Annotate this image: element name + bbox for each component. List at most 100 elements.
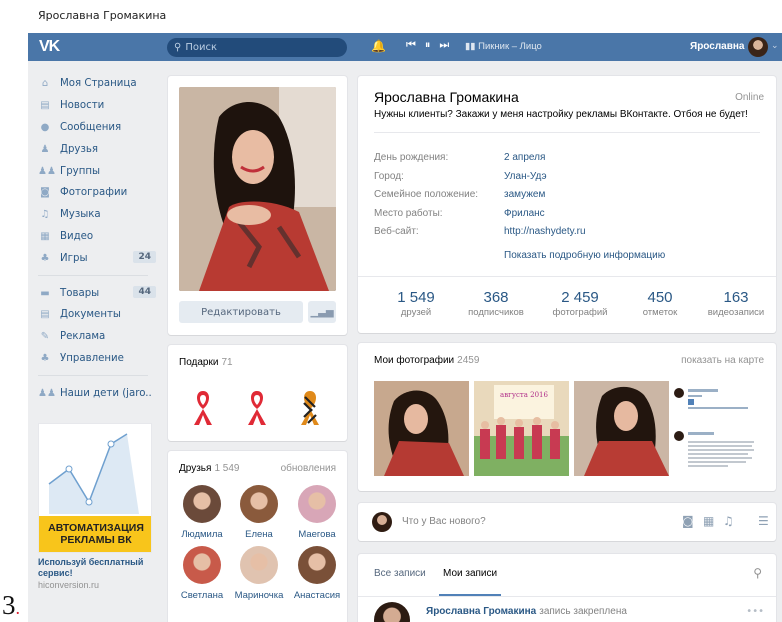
post-author-avatar[interactable] [374, 602, 410, 622]
friend-name[interactable]: Маегова [288, 529, 346, 540]
left-nav: ⌂ Моя Страница ▤ Новости ● Сообщения ♟ Друзья ♟♟… [28, 73, 158, 404]
counter-value: 163 [723, 289, 749, 306]
document-header: Ярославна Громакина [38, 9, 167, 22]
friend-avatar[interactable] [298, 485, 336, 523]
top-avatar[interactable] [748, 37, 768, 57]
counter-label: отметок [642, 307, 678, 318]
profile-counter[interactable]: 450 отметок [620, 289, 700, 318]
current-track[interactable]: ▮▮ Пикник – Лицо [465, 41, 542, 52]
prev-track-icon[interactable]: ⏮ [406, 38, 416, 52]
sidebar-item-news[interactable]: ▤ Новости [28, 95, 158, 117]
ad-image[interactable]: АВТОМАТИЗАЦИЯ РЕКЛАМЫ ВК [38, 423, 152, 553]
profile-status[interactable]: Нужны клиенты? Закажи у меня настройку р… [374, 109, 748, 120]
svg-text:августа 2016: августа 2016 [500, 391, 548, 399]
gifts-title[interactable]: Подарки 71 [179, 357, 233, 368]
track-title: Пикник – Лицо [478, 41, 542, 52]
red-ribbon-gift-icon[interactable] [189, 387, 217, 427]
sidebar-item-ads[interactable]: ✎ Реклама [28, 326, 158, 348]
friend-name[interactable]: Анастасия [288, 590, 346, 601]
bell-icon[interactable]: 🔔 [371, 39, 386, 53]
tab-my-posts[interactable]: Мои записи [443, 568, 497, 579]
sidebar-item-games[interactable]: ♣ Игры 24 [28, 247, 158, 269]
show-more-info-link[interactable]: Показать подробную информацию [504, 250, 665, 261]
friends-updates-link[interactable]: обновления [281, 463, 336, 474]
music-icon[interactable]: ♫ [723, 514, 734, 528]
sidebar-item-music[interactable]: ♫ Музыка [28, 204, 158, 226]
friend-item[interactable]: Елена [230, 485, 288, 540]
pause-icon[interactable]: ⏸ [425, 38, 431, 52]
field-label: Место работы: [374, 207, 443, 219]
video-icon[interactable]: ▦ [703, 514, 714, 528]
counter-label: фотографий [552, 307, 608, 318]
friend-item[interactable]: Анастасия [288, 546, 346, 601]
sidebar-item-label: Документы [60, 309, 121, 321]
sidebar-item-camera[interactable]: ◙ Фотографии [28, 182, 158, 204]
more-options-icon[interactable]: ••• [746, 606, 764, 617]
sidebar-item-group[interactable]: ♟♟ Наши дети (jaro.. [28, 382, 158, 404]
video-icon: ▦ [40, 230, 50, 242]
photo-thumbnail[interactable] [674, 381, 769, 476]
news-icon: ▤ [40, 100, 50, 112]
sidebar-item-groups[interactable]: ♟♟ Группы [28, 160, 158, 182]
profile-counter[interactable]: 1 549 друзей [376, 289, 456, 318]
friend-name[interactable]: Елена [230, 529, 288, 540]
music-icon: ♫ [40, 209, 50, 221]
profile-info-card: Ярославна Громакина Online Нужны клиенты… [358, 76, 776, 333]
field-value[interactable]: 2 апреля [504, 152, 545, 163]
sidebar-item-friends[interactable]: ♟ Друзья [28, 138, 158, 160]
search-icon[interactable]: ⚲ [753, 566, 762, 580]
search-input[interactable]: ⚲ Поиск [167, 38, 347, 57]
sidebar-item-video[interactable]: ▦ Видео [28, 226, 158, 248]
field-value[interactable]: Фриланс [504, 208, 545, 219]
friend-avatar[interactable] [240, 546, 278, 584]
tab-all-posts[interactable]: Все записи [374, 568, 426, 579]
camera-icon[interactable]: ◙ [682, 514, 694, 528]
sidebar-item-document[interactable]: ▤ Документы [28, 304, 158, 326]
ad-title[interactable]: Используй бесплатный сервис! [38, 557, 152, 579]
friends-title[interactable]: Друзья 1 549 [179, 463, 239, 474]
profile-counter[interactable]: 163 видеозаписи [696, 289, 776, 318]
chevron-down-icon[interactable]: ⌄ [771, 41, 779, 51]
sidebar-item-manage[interactable]: ♣ Управление [28, 348, 158, 370]
new-post-input[interactable]: Что у Вас нового? [402, 516, 486, 527]
st-george-ribbon-icon[interactable] [296, 387, 324, 427]
friend-avatar[interactable] [298, 546, 336, 584]
post-settings-icon[interactable]: ☰ [758, 514, 769, 528]
field-value[interactable]: замужем [504, 189, 545, 200]
sidebar-item-bag[interactable]: ▬ Товары 44 [28, 282, 158, 304]
friend-name[interactable]: Светлана [173, 590, 231, 601]
stats-button[interactable]: ▁▃▅ [308, 301, 336, 323]
photo-thumbnail[interactable]: августа 2016 [474, 381, 569, 476]
photos-title[interactable]: Мои фотографии 2459 [374, 355, 479, 366]
friend-item[interactable]: Мариночка [230, 546, 288, 601]
top-user-name[interactable]: Ярославна [690, 41, 745, 52]
post-header: Ярославна Громакина запись закреплена [426, 606, 627, 617]
edit-profile-button[interactable]: Редактировать [179, 301, 303, 323]
new-post-box[interactable]: Что у Вас нового? ◙ ▦ ♫ ☰ [358, 503, 776, 541]
friend-avatar[interactable] [183, 485, 221, 523]
friend-avatar[interactable] [183, 546, 221, 584]
friend-item[interactable]: Людмила [173, 485, 231, 540]
next-track-icon[interactable]: ⏭ [439, 38, 449, 52]
field-value[interactable]: Улан-Удэ [504, 171, 547, 182]
friend-name[interactable]: Людмила [173, 529, 231, 540]
friend-item[interactable]: Маегова [288, 485, 346, 540]
profile-counter[interactable]: 2 459 фотографий [540, 289, 620, 318]
ad-block[interactable]: АВТОМАТИЗАЦИЯ РЕКЛАМЫ ВК Используй беспл… [38, 423, 152, 590]
friend-name[interactable]: Мариночка [230, 590, 288, 601]
friend-item[interactable]: Светлана [173, 546, 231, 601]
vk-logo[interactable]: VK [39, 38, 69, 56]
sidebar-item-home[interactable]: ⌂ Моя Страница [28, 73, 158, 95]
profile-photo[interactable] [179, 87, 336, 291]
sidebar-item-messages[interactable]: ● Сообщения [28, 117, 158, 139]
photo-thumbnail[interactable] [374, 381, 469, 476]
post-author-name[interactable]: Ярославна Громакина [426, 606, 536, 617]
ad-banner-line2: РЕКЛАМЫ ВК [60, 534, 132, 546]
post-pinned-label: запись закреплена [539, 606, 627, 617]
friend-avatar[interactable] [240, 485, 278, 523]
show-on-map-link[interactable]: показать на карте [681, 355, 764, 366]
profile-counter[interactable]: 368 подписчиков [456, 289, 536, 318]
field-value[interactable]: http://nashydety.ru [504, 226, 586, 237]
photo-thumbnail[interactable] [574, 381, 669, 476]
red-ribbon-gift-icon-2[interactable] [243, 387, 271, 427]
